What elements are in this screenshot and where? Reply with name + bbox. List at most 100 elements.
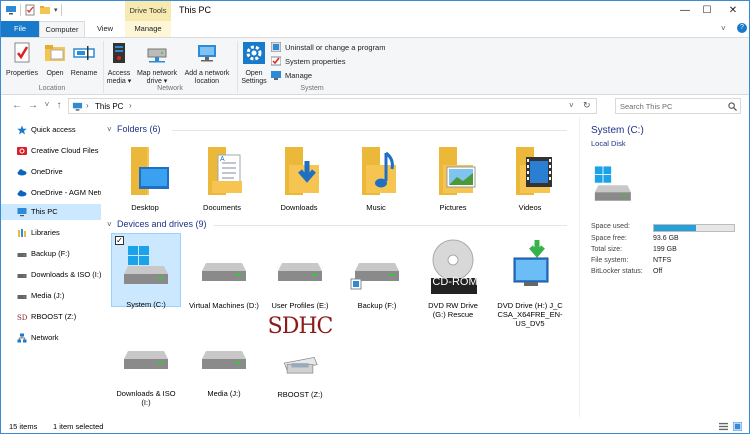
manage-button[interactable]: Manage — [271, 70, 312, 80]
status-selection: 1 item selected — [53, 422, 104, 431]
sd-card-icon — [283, 357, 318, 374]
details-key: Total size: — [591, 246, 623, 253]
access-media-button[interactable]: Access media ▾ — [105, 41, 133, 86]
drive-label: Media (J:) — [207, 389, 241, 398]
folder-tile-desktop[interactable]: Desktop — [110, 143, 180, 212]
new-folder-icon[interactable] — [39, 4, 51, 16]
nav-creative-cloud[interactable]: Creative Cloud Files — [1, 143, 101, 159]
breadcrumb-this-pc[interactable]: This PC — [95, 102, 123, 111]
library-icon — [18, 229, 26, 237]
address-dropdown-button[interactable]: ˅ — [569, 101, 574, 110]
drive-tile-downloads-iso-i[interactable]: Downloads & ISO (I:) — [111, 329, 181, 407]
quick-access-toolbar: ▾ — [5, 4, 62, 16]
nav-downloads-iso-drive[interactable]: Downloads & ISO (I:) — [1, 267, 101, 283]
nav-backup-drive[interactable]: Backup (F:) — [1, 246, 101, 262]
breadcrumb-chevron[interactable]: › — [129, 101, 132, 110]
drive-tile-virtual-machines-d[interactable]: Virtual Machines (D:) — [189, 241, 259, 310]
drive-label: DVD RW Drive (G:) Rescue — [428, 301, 478, 319]
nav-media-drive[interactable]: Media (J:) — [1, 288, 101, 304]
collapse-drives-icon[interactable]: ˅ — [107, 220, 112, 229]
videos-folder-icon — [516, 147, 552, 195]
recent-locations-button[interactable]: ˅ — [41, 100, 53, 109]
search-box[interactable]: Search This PC — [615, 98, 741, 114]
drive-tile-rboost-z[interactable]: SDHC RBOOST (Z:) — [265, 316, 335, 400]
nav-rboost-drive[interactable]: SD RBOOST (Z:) — [1, 309, 101, 325]
properties-label: Properties — [6, 70, 38, 77]
drive-tile-dvd-h[interactable]: DVD Drive (H:) J_CCSA_X64FRE_EN-US_DV5 — [495, 235, 565, 328]
sd-card-icon: SD — [17, 314, 27, 322]
nav-quick-access[interactable]: Quick access — [1, 122, 101, 138]
nav-network[interactable]: Network — [1, 330, 101, 346]
map-network-drive-button[interactable]: Map network drive ▾ — [134, 41, 180, 86]
details-key: Space used: — [591, 223, 630, 230]
nav-label: Downloads & ISO (I:) — [31, 270, 101, 279]
nav-libraries[interactable]: Libraries — [1, 225, 101, 241]
folder-tile-videos[interactable]: Videos — [495, 143, 565, 212]
refresh-button[interactable]: ↻ — [583, 100, 591, 111]
drive-tile-media-j[interactable]: Media (J:) — [189, 329, 259, 398]
back-button[interactable]: ← — [11, 100, 23, 111]
folder-label: Desktop — [131, 203, 159, 212]
nav-this-pc[interactable]: This PC — [1, 204, 101, 220]
tab-file[interactable]: File — [1, 21, 39, 37]
folder-tile-downloads[interactable]: Downloads — [264, 143, 334, 212]
drive-tile-backup-f[interactable]: Backup (F:) — [342, 241, 412, 310]
system-properties-button[interactable]: System properties — [271, 56, 345, 66]
details-key: BitLocker status: — [591, 268, 643, 275]
search-icon[interactable] — [728, 102, 737, 111]
rename-label: Rename — [70, 70, 98, 77]
folder-tile-documents[interactable]: A Documents — [187, 143, 257, 212]
nav-onedrive-agm[interactable]: OneDrive - AGM Netw — [1, 185, 101, 201]
hard-drive-icon — [350, 263, 399, 290]
properties-button[interactable]: Properties — [5, 41, 39, 78]
collapse-folders-icon[interactable]: ˅ — [107, 125, 112, 134]
up-button[interactable]: ↑ — [53, 100, 65, 111]
open-button[interactable]: Open — [42, 41, 68, 78]
drive-tools-context-label: Drive Tools — [125, 1, 171, 21]
nav-label: Backup (F:) — [31, 249, 70, 258]
forward-button[interactable]: → — [27, 100, 39, 111]
help-icon[interactable]: ? — [737, 23, 747, 33]
details-key: Space free: — [591, 235, 627, 242]
tab-manage[interactable]: Manage — [125, 21, 171, 37]
folder-tile-music[interactable]: Music — [341, 143, 411, 212]
drive-tile-system-c[interactable]: ✓ System (C:) — [111, 233, 181, 309]
address-row: ← → ˅ ↑ › This PC › ˅ ↻ Search This PC — [1, 96, 749, 116]
close-button[interactable]: ✕ — [713, 1, 749, 21]
nav-label: RBOOST (Z:) — [31, 312, 77, 321]
drive-tile-user-profiles-e[interactable]: User Profiles (E:) — [265, 241, 335, 310]
location-group-label: Location — [38, 85, 66, 92]
rename-button[interactable]: Rename — [69, 41, 99, 78]
search-input[interactable]: Search This PC — [620, 102, 672, 111]
open-settings-button[interactable]: Open Settings — [239, 41, 269, 86]
drive-label: RBOOST (Z:) — [277, 390, 323, 399]
documents-folder-icon: A — [208, 147, 242, 195]
gear-icon — [243, 42, 265, 64]
folders-heading[interactable]: Folders (6) — [117, 124, 161, 134]
uninstall-program-button[interactable]: Uninstall or change a program — [271, 42, 385, 52]
drive-tile-dvd-rw-g[interactable]: CD-ROM DVD RW Drive (G:) Rescue — [418, 235, 488, 319]
address-bar[interactable]: › This PC › ˅ ↻ — [68, 98, 597, 114]
breadcrumb-chevron[interactable]: › — [86, 101, 89, 110]
collapse-ribbon-icon[interactable]: ˅ — [721, 24, 726, 33]
drives-heading[interactable]: Devices and drives (9) — [117, 219, 207, 229]
monitor-icon — [17, 208, 27, 217]
add-network-location-button[interactable]: Add a network location — [181, 41, 233, 86]
uninstall-icon — [271, 42, 281, 52]
details-view-icon[interactable] — [719, 422, 728, 431]
nav-onedrive[interactable]: OneDrive — [1, 164, 101, 180]
monitor-icon — [72, 102, 83, 111]
large-icons-view-icon[interactable] — [733, 422, 742, 431]
folder-tile-pictures[interactable]: Pictures — [418, 143, 488, 212]
folder-label: Music — [366, 203, 386, 212]
details-value: 93.6 GB — [653, 235, 679, 242]
network-icon — [17, 333, 27, 343]
properties-check-icon[interactable] — [24, 4, 36, 16]
tab-view[interactable]: View — [87, 21, 123, 37]
customize-toolbar-icon[interactable]: ▾ — [54, 6, 58, 14]
details-key: File system: — [591, 257, 629, 264]
tab-computer[interactable]: Computer — [39, 21, 85, 37]
monitor-icon[interactable] — [5, 4, 17, 16]
drive-icon — [17, 253, 27, 257]
downloads-folder-icon — [285, 147, 319, 195]
